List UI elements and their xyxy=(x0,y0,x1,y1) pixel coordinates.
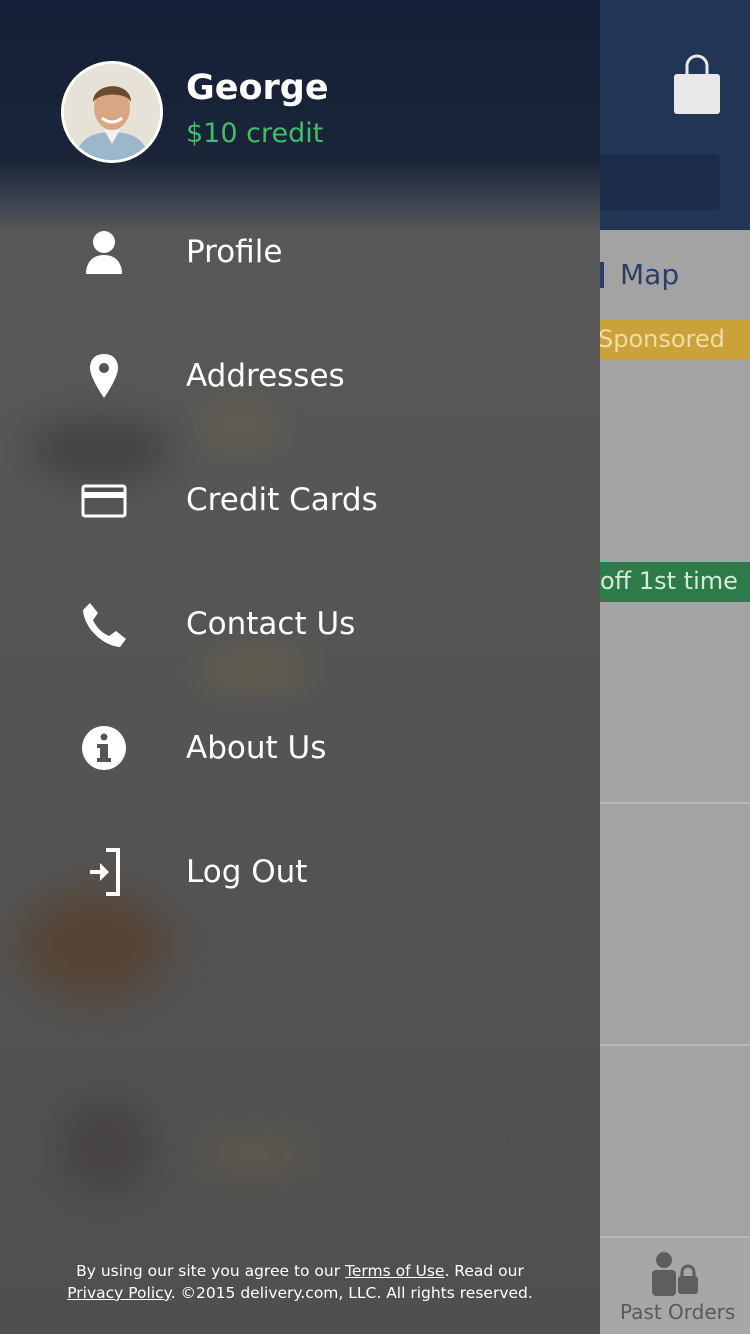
navigation-drawer: George $10 credit Profile Addresses Cred… xyxy=(0,0,600,1334)
menu-item-credit-cards[interactable]: Credit Cards xyxy=(0,452,600,552)
shopping-bag-icon[interactable] xyxy=(672,52,722,116)
person-icon xyxy=(86,231,122,274)
tab-past-orders[interactable]: Past Orders xyxy=(620,1300,735,1324)
logout-icon xyxy=(90,848,120,896)
menu-item-label: About Us xyxy=(186,730,327,766)
avatar[interactable] xyxy=(61,61,163,163)
list-divider xyxy=(600,1044,750,1046)
map-pin-icon xyxy=(90,354,118,398)
menu-item-label: Log Out xyxy=(186,854,308,890)
menu-item-log-out[interactable]: Log Out xyxy=(0,824,600,924)
user-name: George xyxy=(186,68,329,108)
list-divider xyxy=(600,802,750,804)
menu-item-contact-us[interactable]: Contact Us xyxy=(0,576,600,676)
legal-text-middle: . Read our xyxy=(444,1262,524,1280)
credit-card-icon xyxy=(81,484,127,518)
menu-item-label: Contact Us xyxy=(186,606,356,642)
legal-notice: By using our site you agree to our Terms… xyxy=(0,1260,600,1304)
info-icon xyxy=(82,726,126,770)
menu-item-label: Profile xyxy=(186,234,283,270)
map-toggle-label[interactable]: Map xyxy=(620,258,679,291)
menu-item-profile[interactable]: Profile xyxy=(0,204,600,304)
sponsored-label: Sponsored xyxy=(598,325,725,353)
background-blur-shape xyxy=(200,1140,310,1170)
terms-of-use-link[interactable]: Terms of Use xyxy=(345,1262,444,1280)
phone-icon xyxy=(83,603,126,647)
screen: Map Sponsored off 1st time Past Orders G… xyxy=(0,0,750,1334)
promo-label: off 1st time xyxy=(600,567,738,595)
user-portrait-icon xyxy=(64,64,160,160)
past-orders-icon[interactable] xyxy=(650,1250,700,1296)
privacy-policy-link[interactable]: Privacy Policy xyxy=(67,1284,170,1302)
menu-item-label: Addresses xyxy=(186,358,345,394)
menu-item-label: Credit Cards xyxy=(186,482,378,518)
menu-item-about-us[interactable]: About Us xyxy=(0,700,600,800)
user-credit: $10 credit xyxy=(186,118,324,149)
background-blur-shape xyxy=(60,1100,150,1190)
legal-text-prefix: By using our site you agree to our xyxy=(76,1262,346,1280)
legal-text-suffix: . ©2015 delivery.com, LLC. All rights re… xyxy=(170,1284,533,1302)
menu-item-addresses[interactable]: Addresses xyxy=(0,328,600,428)
